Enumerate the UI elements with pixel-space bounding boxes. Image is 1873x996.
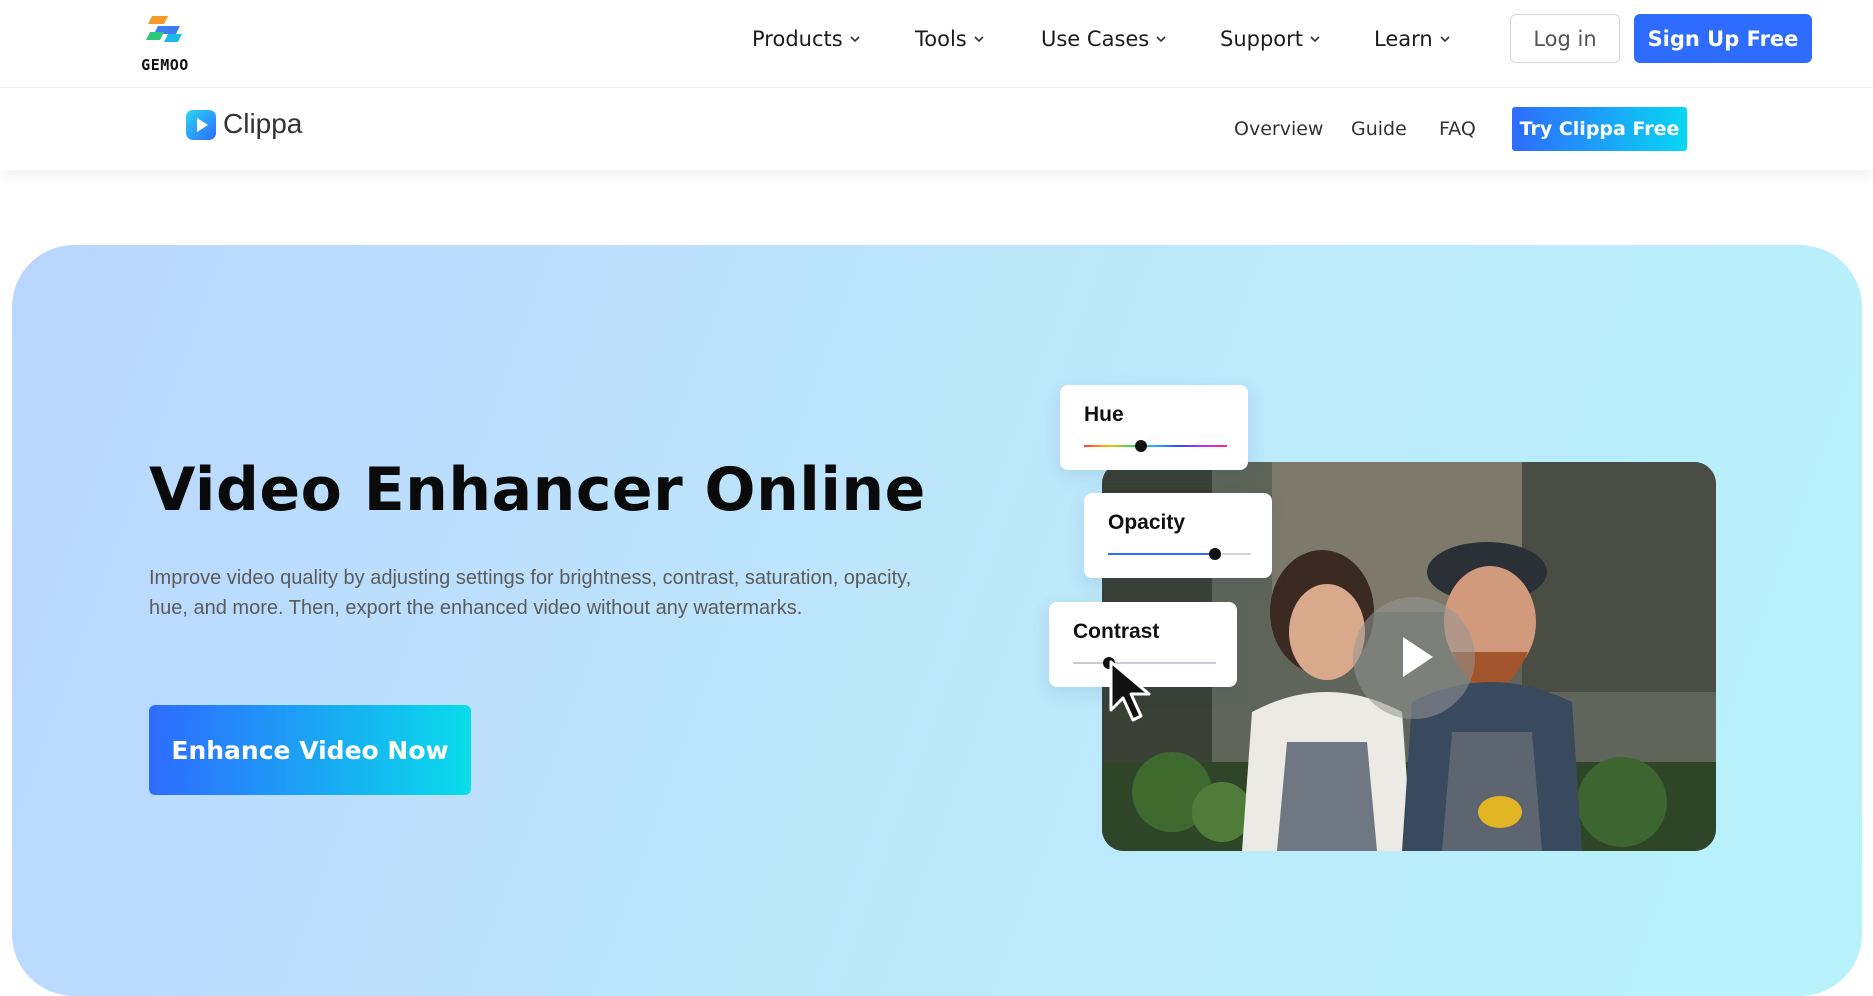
chevron-down-icon	[1156, 36, 1166, 43]
sign-up-button[interactable]: Sign Up Free	[1634, 14, 1812, 63]
menu-tools[interactable]: Tools	[915, 24, 985, 54]
cursor-arrow-icon	[1109, 660, 1151, 722]
play-icon	[1403, 637, 1433, 677]
menu-label: Learn	[1374, 27, 1433, 51]
play-icon	[197, 118, 208, 132]
subnav-link-guide[interactable]: Guide	[1351, 118, 1407, 140]
chevron-down-icon	[974, 36, 984, 43]
clippa-logo-icon[interactable]	[186, 110, 216, 140]
top-navigation: GEMOO Products Tools Use Cases Support L…	[0, 0, 1873, 88]
menu-label: Products	[752, 27, 843, 51]
menu-label: Support	[1220, 27, 1304, 51]
logo-text: GEMOO	[141, 56, 189, 74]
opacity-label: Opacity	[1108, 511, 1186, 534]
play-button[interactable]	[1353, 597, 1475, 719]
opacity-slider-knob[interactable]	[1209, 548, 1222, 560]
chevron-down-icon	[1440, 36, 1450, 43]
chevron-down-icon	[1310, 36, 1320, 43]
chevron-down-icon	[850, 36, 860, 43]
gemoo-logo-icon	[146, 16, 182, 42]
try-clippa-button[interactable]: Try Clippa Free	[1512, 107, 1687, 151]
contrast-label: Contrast	[1073, 620, 1160, 643]
hue-label: Hue	[1084, 403, 1124, 426]
enhance-video-button[interactable]: Enhance Video Now	[149, 705, 471, 795]
opacity-slider-fill	[1108, 553, 1216, 555]
subnav-link-faq[interactable]: FAQ	[1439, 118, 1476, 140]
hue-slider-card: Hue	[1060, 385, 1248, 470]
gemoo-logo[interactable]: GEMOO	[130, 12, 200, 76]
menu-label: Tools	[915, 27, 967, 51]
product-subnav: Clippa Overview Guide FAQ Try Clippa Fre…	[0, 88, 1873, 170]
opacity-slider-card: Opacity	[1084, 493, 1272, 578]
menu-use-cases[interactable]: Use Cases	[1041, 24, 1167, 54]
subnav-link-overview[interactable]: Overview	[1234, 118, 1323, 140]
product-name[interactable]: Clippa	[223, 108, 302, 140]
hue-slider-knob[interactable]	[1135, 440, 1148, 452]
hue-slider-track[interactable]	[1084, 445, 1227, 447]
hero-section: Video Enhancer Online Improve video qual…	[12, 245, 1862, 996]
hero-title: Video Enhancer Online	[149, 455, 926, 525]
menu-label: Use Cases	[1041, 27, 1150, 51]
menu-support[interactable]: Support	[1220, 24, 1321, 54]
login-button[interactable]: Log in	[1510, 14, 1620, 63]
menu-learn[interactable]: Learn	[1374, 24, 1451, 54]
hero-description: Improve video quality by adjusting setti…	[149, 567, 912, 619]
menu-products[interactable]: Products	[752, 24, 861, 54]
